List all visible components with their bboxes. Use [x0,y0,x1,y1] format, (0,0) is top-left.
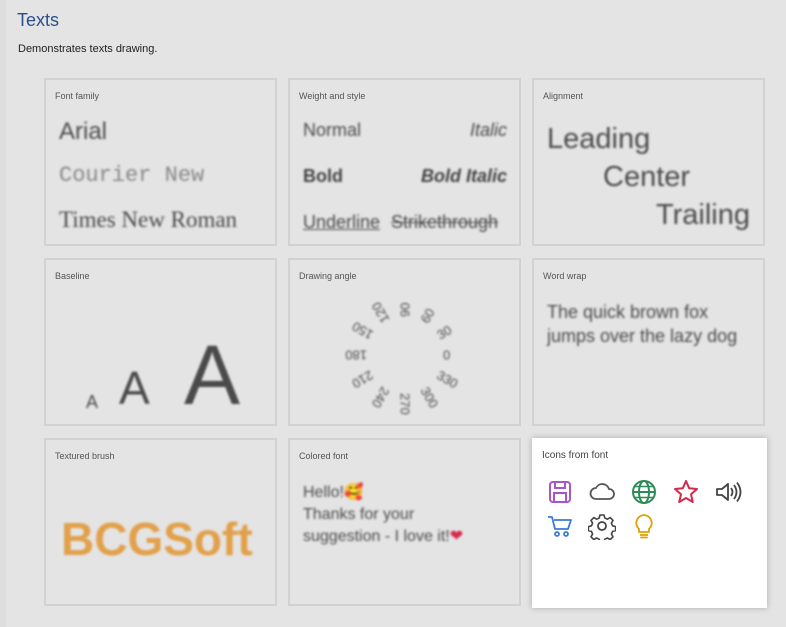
alignment-card[interactable]: Alignment Leading Center Trailing [532,78,765,246]
card-label: Textured brush [55,451,115,461]
angle-label: 60 [417,305,438,326]
angle-label: 30 [434,322,455,343]
card-label: Font family [55,91,100,101]
center-sample: Center [603,161,691,193]
card-label: Baseline [55,271,90,281]
bold-sample: Bold [303,166,343,186]
cloud-icon[interactable] [588,478,616,506]
underline-sample: Underline [303,212,381,232]
angle-label: 180 [345,347,367,363]
strikethrough-sample: Strikethrough [391,212,499,232]
cart-icon[interactable] [546,512,574,540]
colored-font-line1: Hello!🥰 [303,484,364,501]
page-description: Demonstrates texts drawing. [18,43,158,55]
leading-sample: Leading [547,123,651,155]
textured-brush-text: BCGSoft [61,513,253,565]
angle-label: 0 [443,347,451,363]
baseline-medium-a: A [119,362,150,414]
icons-row-1 [546,478,742,506]
card-label: Colored font [299,451,349,461]
angle-label: 300 [417,384,442,411]
page-title: Texts [17,10,60,30]
baseline-small-a: A [86,392,99,412]
angle-label: 150 [349,318,376,343]
normal-sample: Normal [303,120,362,140]
italic-sample: Italic [469,120,507,140]
courier-sample: Courier New [59,163,205,188]
arial-sample: Arial [59,118,108,145]
icons-from-font-card[interactable]: Icons from font [532,438,767,608]
card-label: Icons from font [542,450,609,461]
colored-font-card[interactable]: Colored font Hello!🥰 Thanks for your sug… [288,438,521,606]
card-label: Word wrap [543,271,587,281]
angle-label: 270 [397,393,413,415]
baseline-card[interactable]: Baseline A A A [44,258,277,426]
colored-font-line2: Thanks for your [303,506,415,523]
save-icon[interactable] [546,478,574,506]
lightbulb-icon[interactable] [630,512,658,540]
emoji-smile: 🥰 [343,484,364,501]
angle-label: 240 [368,384,393,411]
angle-wheel: 0 30 60 90 120 150 180 210 240 270 300 330 [290,260,519,424]
bold-italic-sample: Bold Italic [420,166,507,186]
angle-label: 90 [397,302,413,317]
textured-brush-card[interactable]: Textured brush BCGSoft [44,438,277,606]
word-wrap-text: The quick brown fox jumps over the lazy … [547,302,738,346]
angle-label: 330 [434,367,461,392]
emoji-heart: ❤ [449,528,464,545]
drawing-angle-card[interactable]: Drawing angle 0 30 60 90 120 150 180 210 240 270 3… [288,258,521,426]
speaker-icon[interactable] [714,478,742,506]
times-sample: Times New Roman [59,207,238,232]
font-family-card[interactable]: Font family Arial Courier New Times New … [44,78,277,246]
angle-label: 120 [368,299,393,326]
word-wrap-card[interactable]: Word wrap The quick brown fox jumps over… [532,258,765,426]
star-icon[interactable] [672,478,700,506]
angle-label: 210 [349,367,376,392]
gear-icon[interactable] [588,512,616,540]
trailing-sample: Trailing [655,199,750,231]
card-label: Alignment [543,91,584,101]
icons-row-2 [546,512,658,540]
baseline-large-a: A [184,328,241,422]
colored-font-line3: suggestion - I love it!❤ [303,528,464,545]
globe-icon[interactable] [630,478,658,506]
card-label: Weight and style [299,91,366,101]
weight-style-card[interactable]: Weight and style Normal Italic Bold Bold… [288,78,521,246]
